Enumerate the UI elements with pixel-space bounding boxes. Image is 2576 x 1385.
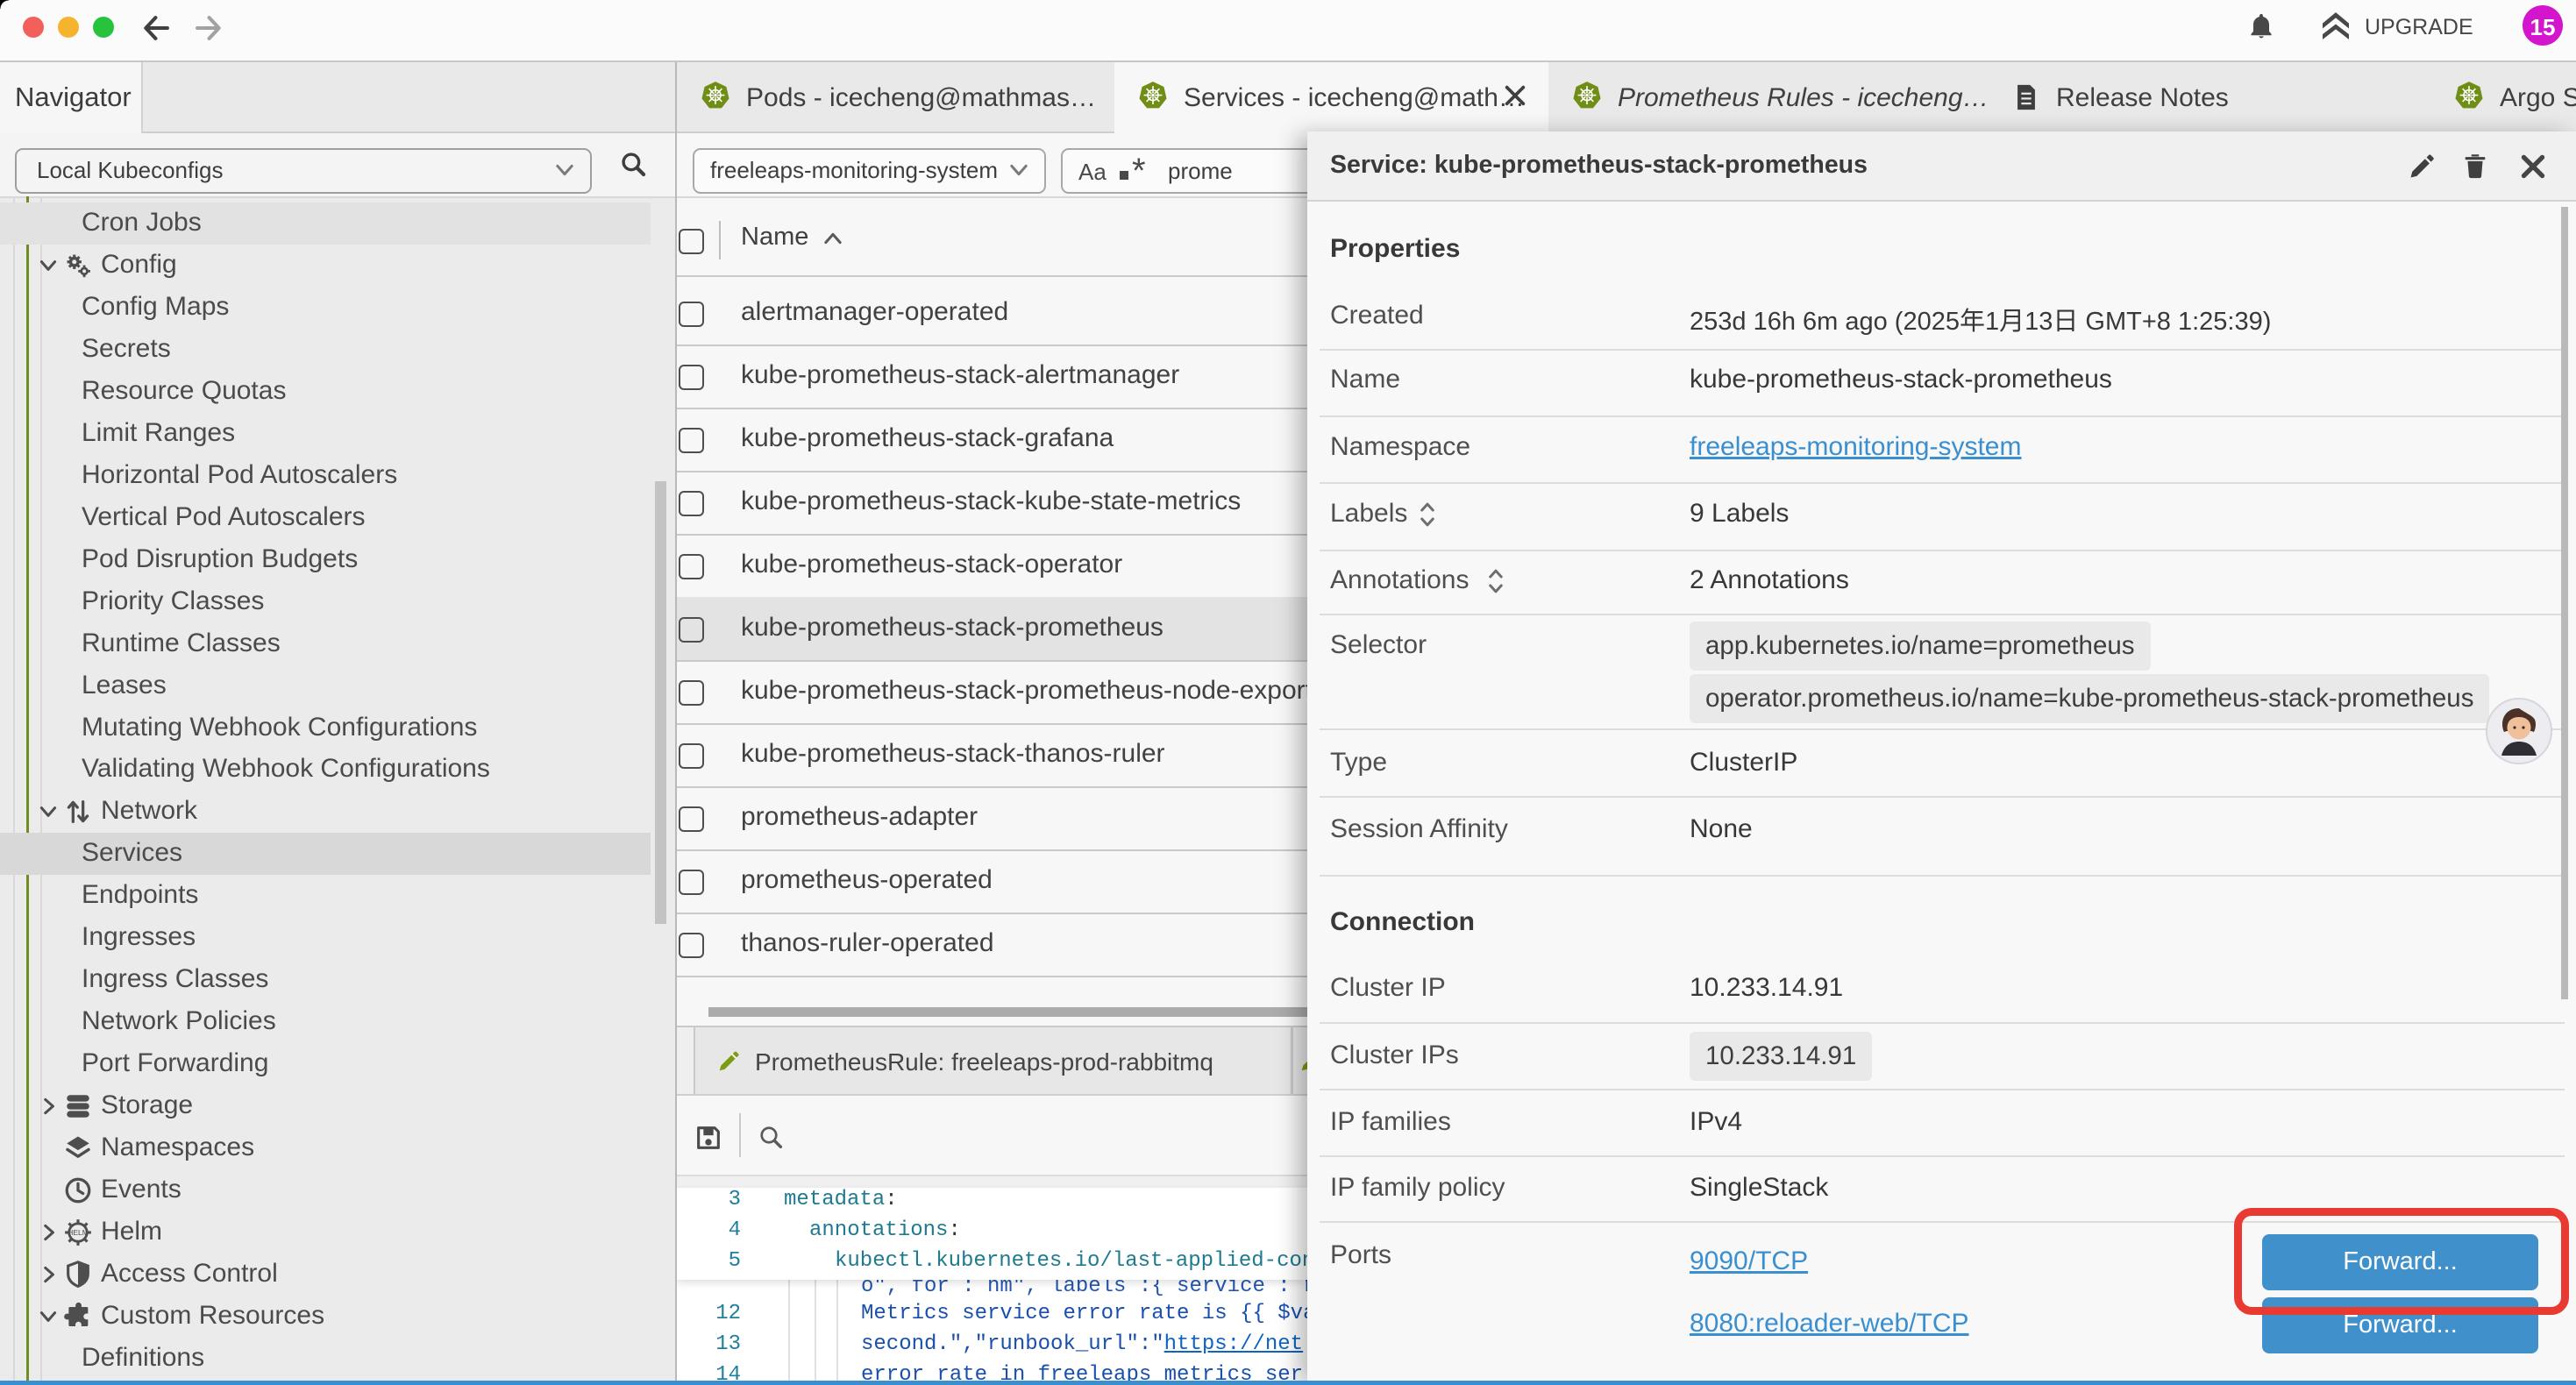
svg-text:HELM: HELM bbox=[68, 1228, 89, 1237]
